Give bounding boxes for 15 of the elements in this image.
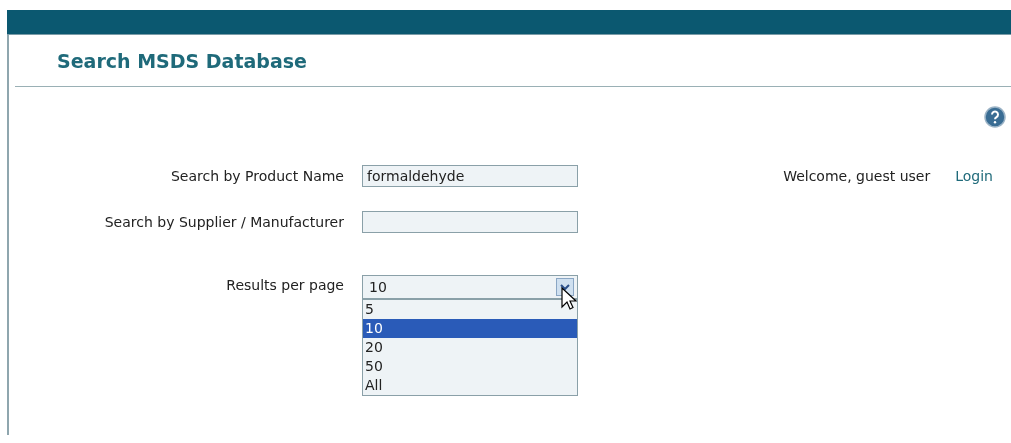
field-label: Search by Supplier / Manufacturer (103, 214, 344, 230)
welcome-text: Welcome, guest user (783, 168, 931, 184)
dropdown-option[interactable]: 50 (363, 357, 577, 376)
help-icon[interactable] (984, 106, 1006, 128)
dropdown-option[interactable]: All (363, 376, 577, 395)
results-dropdown[interactable]: 10 (362, 275, 578, 299)
dropdown-option[interactable]: 10 (363, 319, 577, 338)
search-field[interactable] (362, 211, 578, 233)
field-label: Results per page (225, 276, 344, 293)
field-label: Search by Product Name (169, 168, 344, 184)
search-field[interactable]: formaldehyde (362, 165, 578, 187)
page-title: Search MSDS Database (57, 50, 308, 72)
pointer-cursor-icon (561, 287, 577, 311)
login-link[interactable]: Login (955, 168, 993, 184)
dropdown-option[interactable]: 20 (363, 338, 577, 357)
